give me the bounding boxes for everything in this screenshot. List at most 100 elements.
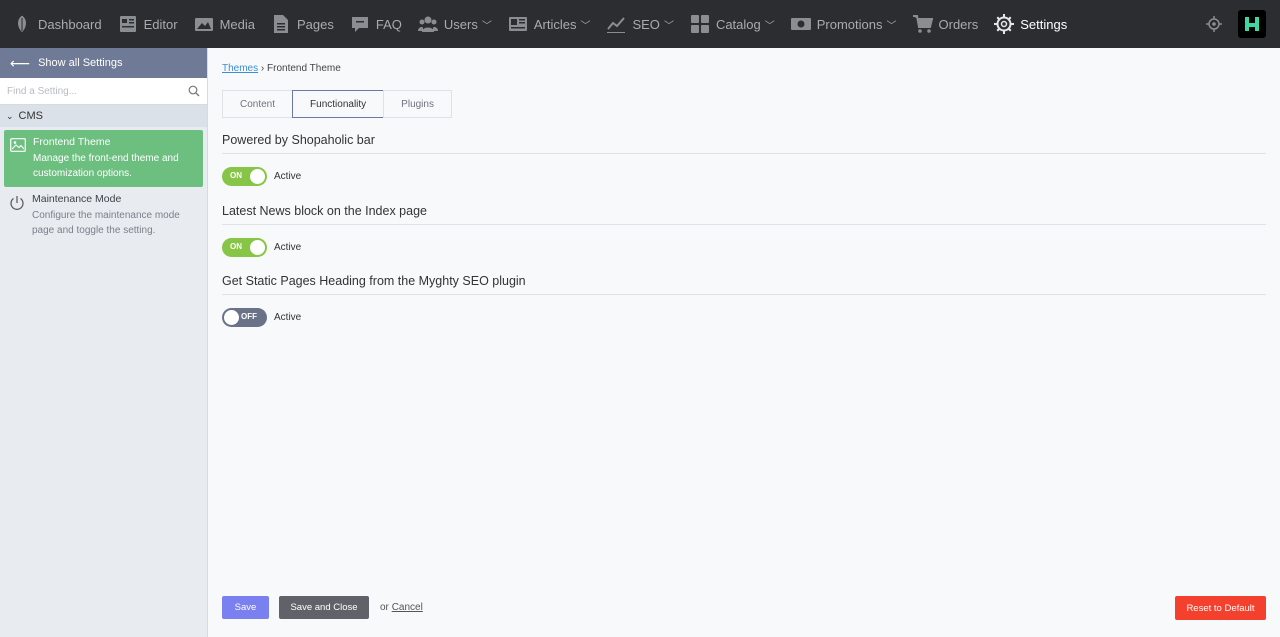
- save-button[interactable]: Save: [222, 596, 269, 619]
- toggle-label: Active: [274, 312, 302, 323]
- location-target-icon[interactable]: [1206, 16, 1222, 32]
- top-right-controls: [1206, 0, 1280, 48]
- powered-by-toggle[interactable]: ON: [222, 167, 267, 186]
- settings-group-cms[interactable]: ⌄ CMS: [0, 105, 207, 127]
- nav-pages[interactable]: Pages: [271, 0, 334, 48]
- sidebar-item-title: Frontend Theme: [33, 136, 111, 148]
- chevron-down-icon: ﹀: [663, 20, 674, 32]
- sidebar-item-description: Manage the front-end theme and customiza…: [33, 153, 179, 179]
- nav-catalog-label: Catalog: [715, 16, 761, 32]
- static-pages-heading-toggle[interactable]: OFF: [222, 308, 267, 327]
- section-title: Latest News block on the Index page: [222, 204, 1266, 225]
- main-content: Themes › Frontend Theme Content Function…: [208, 48, 1280, 637]
- nav-articles[interactable]: Articles ﹀: [508, 0, 591, 48]
- editor-icon: [118, 14, 138, 34]
- nav-media[interactable]: Media: [194, 0, 255, 48]
- nav-catalog[interactable]: Catalog ﹀: [690, 0, 775, 48]
- latest-news-toggle[interactable]: ON: [222, 238, 267, 257]
- users-icon: [417, 14, 438, 34]
- sidebar-item-description: Configure the maintenance mode page and …: [32, 210, 180, 236]
- nav-users[interactable]: Users ﹀: [417, 0, 492, 48]
- toggle-state-text: ON: [230, 171, 242, 180]
- form-footer: Save Save and Close or Cancel: [222, 596, 423, 619]
- settings-search: [0, 78, 207, 105]
- avatar[interactable]: [1238, 10, 1266, 38]
- arrow-left-icon: ⟵: [10, 54, 31, 71]
- money-icon: [790, 14, 811, 34]
- show-all-settings-link[interactable]: ⟵ Show all Settings: [0, 48, 207, 78]
- nav-seo[interactable]: SEO ﹀: [606, 0, 674, 48]
- toggle-state-text: OFF: [241, 312, 257, 321]
- nav-promotions-label: Promotions: [816, 16, 883, 32]
- nav-settings[interactable]: Settings: [994, 0, 1067, 48]
- toggle-row: ON Active: [222, 238, 1266, 257]
- faq-icon: [350, 14, 370, 34]
- breadcrumb-link-themes[interactable]: Themes: [222, 63, 258, 74]
- nav-orders-label: Orders: [938, 16, 979, 32]
- show-all-settings-label: Show all Settings: [38, 57, 123, 69]
- chevron-down-icon: ﹀: [886, 20, 897, 32]
- nav-users-label: Users: [443, 16, 478, 32]
- section-title: Get Static Pages Heading from the Myghty…: [222, 274, 1266, 295]
- top-navigation-bar: Dashboard Editor Media Pages FAQ Users ﹀…: [0, 0, 1280, 48]
- gear-icon: [994, 14, 1015, 34]
- search-icon[interactable]: [188, 85, 200, 97]
- tab-content[interactable]: Content: [222, 90, 294, 118]
- chevron-down-icon: ﹀: [764, 20, 775, 32]
- section-latest-news: Latest News block on the Index page ON A…: [222, 204, 1266, 257]
- nav-editor-label: Editor: [143, 16, 178, 32]
- settings-sidebar: ⟵ Show all Settings ⌄ CMS Frontend Theme…: [0, 48, 208, 637]
- chevron-down-icon: ⌄: [6, 110, 14, 121]
- toggle-label: Active: [274, 171, 302, 182]
- power-icon: [9, 193, 25, 238]
- or-cancel: or Cancel: [380, 602, 423, 613]
- toggle-state-text: ON: [230, 242, 242, 251]
- section-title: Powered by Shopaholic bar: [222, 133, 1266, 154]
- nav-dashboard[interactable]: Dashboard: [12, 0, 102, 48]
- toggle-label: Active: [274, 242, 302, 253]
- sidebar-item-title: Maintenance Mode: [32, 193, 122, 205]
- nav-editor[interactable]: Editor: [118, 0, 178, 48]
- nav-media-label: Media: [219, 16, 255, 32]
- nav-seo-label: SEO: [632, 16, 660, 32]
- newspaper-icon: [508, 14, 528, 34]
- breadcrumb-separator: ›: [260, 63, 265, 74]
- grid-icon: [690, 14, 710, 34]
- avatar-pattern-icon: [1245, 17, 1259, 31]
- toggle-knob: [250, 240, 265, 255]
- image-icon: [10, 136, 26, 181]
- reset-to-default-button[interactable]: Reset to Default: [1175, 596, 1266, 620]
- nav-faq-label: FAQ: [375, 16, 402, 32]
- toggle-row: ON Active: [222, 167, 1266, 186]
- settings-tabs: Content Functionality Plugins: [222, 90, 452, 118]
- pages-icon: [271, 14, 291, 34]
- settings-search-input[interactable]: [7, 85, 188, 97]
- nav-promotions[interactable]: Promotions ﹀: [790, 0, 897, 48]
- nav-dashboard-label: Dashboard: [38, 16, 102, 32]
- chevron-down-icon: ﹀: [580, 20, 591, 32]
- nav-faq[interactable]: FAQ: [350, 0, 402, 48]
- cancel-link[interactable]: Cancel: [392, 602, 423, 613]
- chevron-down-icon: ﹀: [481, 20, 492, 32]
- cart-icon: [912, 14, 933, 34]
- group-label: CMS: [18, 110, 43, 122]
- nav-pages-label: Pages: [297, 16, 334, 32]
- section-static-pages-heading: Get Static Pages Heading from the Myghty…: [222, 274, 1266, 327]
- sidebar-item-maintenance-mode[interactable]: Maintenance Mode Configure the maintenan…: [0, 187, 207, 244]
- breadcrumb-current: Frontend Theme: [267, 63, 341, 74]
- toggle-knob: [224, 310, 239, 325]
- nav-articles-label: Articles: [533, 16, 577, 32]
- save-and-close-button[interactable]: Save and Close: [279, 596, 369, 619]
- toggle-row: OFF Active: [222, 308, 1266, 327]
- leaf-icon: [12, 14, 32, 34]
- tab-functionality[interactable]: Functionality: [292, 90, 385, 118]
- nav-settings-label: Settings: [1020, 16, 1068, 32]
- sidebar-item-frontend-theme[interactable]: Frontend Theme Manage the front-end them…: [4, 130, 203, 187]
- toggle-knob: [250, 169, 265, 184]
- image-icon: [194, 14, 214, 34]
- or-text: or: [380, 602, 389, 613]
- breadcrumb: Themes › Frontend Theme: [222, 63, 341, 74]
- tab-plugins[interactable]: Plugins: [383, 90, 452, 118]
- nav-orders[interactable]: Orders: [912, 0, 979, 48]
- chart-line-icon: [606, 14, 626, 34]
